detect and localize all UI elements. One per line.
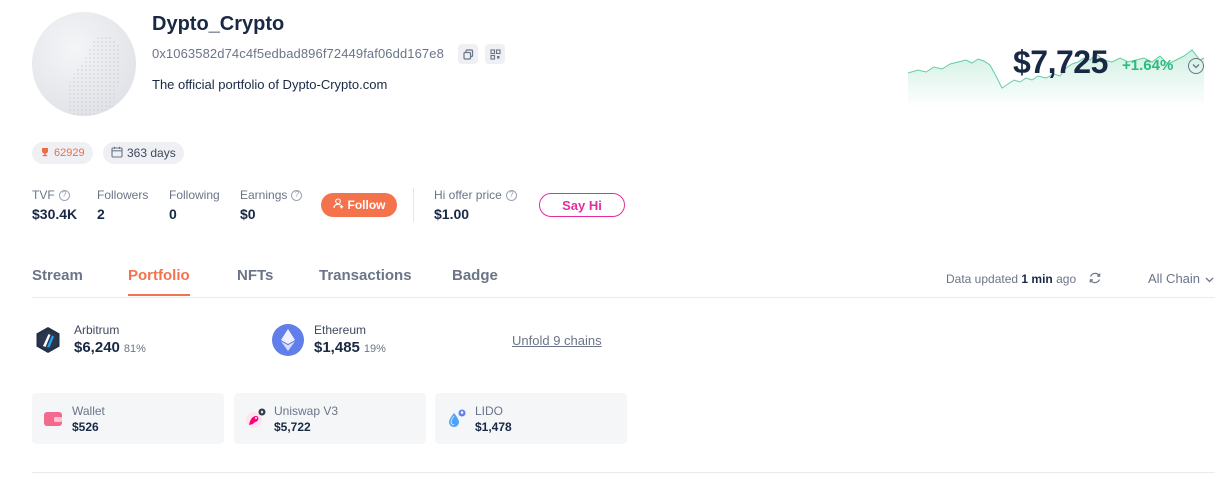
- tab-stream[interactable]: Stream: [32, 267, 83, 284]
- protocol-value: $5,722: [274, 419, 311, 434]
- chain-value: $1,485: [314, 339, 360, 356]
- protocol-value: $1,478: [475, 419, 512, 434]
- stat-following[interactable]: Following 0: [169, 188, 220, 222]
- rank-value: 62929: [54, 147, 85, 159]
- profile-name: Dypto_Crypto: [152, 13, 285, 35]
- wallet-icon: [42, 408, 64, 430]
- stat-earnings: Earnings? $0: [240, 188, 303, 222]
- updated-suffix: ago: [1056, 272, 1077, 286]
- active-tab-indicator: [128, 294, 190, 296]
- say-hi-button[interactable]: Say Hi: [539, 193, 625, 217]
- stats-divider: [413, 188, 414, 222]
- help-icon[interactable]: ?: [505, 189, 517, 201]
- profile-bio: The official portfolio of Dypto-Crypto.c…: [152, 77, 388, 92]
- protocol-card-uniswap[interactable]: Uniswap V3 $5,722: [234, 393, 426, 444]
- help-icon[interactable]: ?: [291, 189, 303, 201]
- chain-item-ethereum[interactable]: Ethereum $1,485 19%: [272, 323, 386, 356]
- days-badge: 363 days: [103, 142, 184, 164]
- days-value: 363 days: [127, 146, 176, 160]
- chain-percent: 81%: [123, 343, 146, 355]
- stat-followers[interactable]: Followers 2: [97, 188, 148, 222]
- chain-name: Arbitrum: [74, 323, 120, 337]
- chain-value: $6,240: [74, 339, 120, 356]
- stat-label: Following: [169, 188, 220, 202]
- refresh-icon[interactable]: [1088, 271, 1102, 290]
- stat-value: $30.4K: [32, 206, 78, 222]
- chain-filter-dropdown[interactable]: All Chain: [1148, 271, 1214, 286]
- lido-icon: [445, 408, 467, 430]
- tabs-divider: [32, 297, 1215, 298]
- wallet-address: 0x1063582d74c4f5edbad896f72449faf06dd167…: [152, 46, 444, 61]
- follow-label: Follow: [347, 198, 386, 212]
- ethereum-icon: [272, 323, 304, 356]
- section-divider: [32, 472, 1215, 473]
- avatar: [32, 12, 136, 116]
- user-plus-icon: [332, 198, 344, 212]
- protocol-name: LIDO: [475, 403, 504, 418]
- protocol-value: $526: [72, 419, 99, 434]
- stat-hi-offer: Hi offer price? $1.00: [434, 188, 517, 222]
- chain-name: Ethereum: [314, 323, 367, 337]
- updated-time: 1 min: [1021, 272, 1053, 286]
- uniswap-icon: [244, 408, 266, 430]
- updated-prefix: Data updated: [946, 272, 1019, 286]
- stat-value: 2: [97, 206, 105, 222]
- protocol-name: Uniswap V3: [274, 403, 339, 418]
- chevron-down-icon: [1205, 271, 1214, 286]
- net-worth-value: $7,725: [1013, 44, 1108, 80]
- help-icon[interactable]: ?: [58, 189, 70, 201]
- tab-nfts[interactable]: NFTs: [237, 267, 273, 284]
- chain-filter-label: All Chain: [1148, 271, 1201, 286]
- stat-label: Followers: [97, 188, 149, 202]
- stat-value: 0: [169, 206, 177, 222]
- net-worth-change: +1.64%: [1122, 57, 1174, 74]
- chain-percent: 19%: [363, 343, 386, 355]
- stat-value: $0: [240, 206, 256, 222]
- protocol-card-wallet[interactable]: Wallet $526: [32, 393, 224, 444]
- protocol-name: Wallet: [72, 403, 105, 418]
- tab-transactions[interactable]: Transactions: [319, 267, 412, 284]
- chevron-down-icon[interactable]: [1188, 58, 1204, 74]
- arbitrum-icon: [32, 323, 64, 356]
- qr-code-icon[interactable]: [485, 44, 505, 64]
- stat-label: Hi offer price: [434, 188, 502, 202]
- follow-button[interactable]: Follow: [321, 193, 397, 217]
- rank-badge: 62929: [32, 142, 93, 164]
- tab-portfolio[interactable]: Portfolio: [128, 267, 190, 284]
- chain-item-arbitrum[interactable]: Arbitrum $6,240 81%: [32, 323, 146, 356]
- stat-value: $1.00: [434, 206, 470, 222]
- tab-badge[interactable]: Badge: [452, 267, 498, 284]
- stat-label: Earnings: [240, 188, 288, 202]
- calendar-icon: [111, 146, 123, 161]
- stat-label: TVF: [32, 188, 55, 202]
- trophy-icon: [40, 147, 50, 160]
- protocol-card-lido[interactable]: LIDO $1,478: [435, 393, 627, 444]
- copy-icon[interactable]: [458, 44, 478, 64]
- stat-tvf: TVF? $30.4K: [32, 188, 77, 222]
- data-updated-text: Data updated 1 min ago: [946, 272, 1076, 286]
- unfold-chains-link[interactable]: Unfold 9 chains: [512, 333, 602, 348]
